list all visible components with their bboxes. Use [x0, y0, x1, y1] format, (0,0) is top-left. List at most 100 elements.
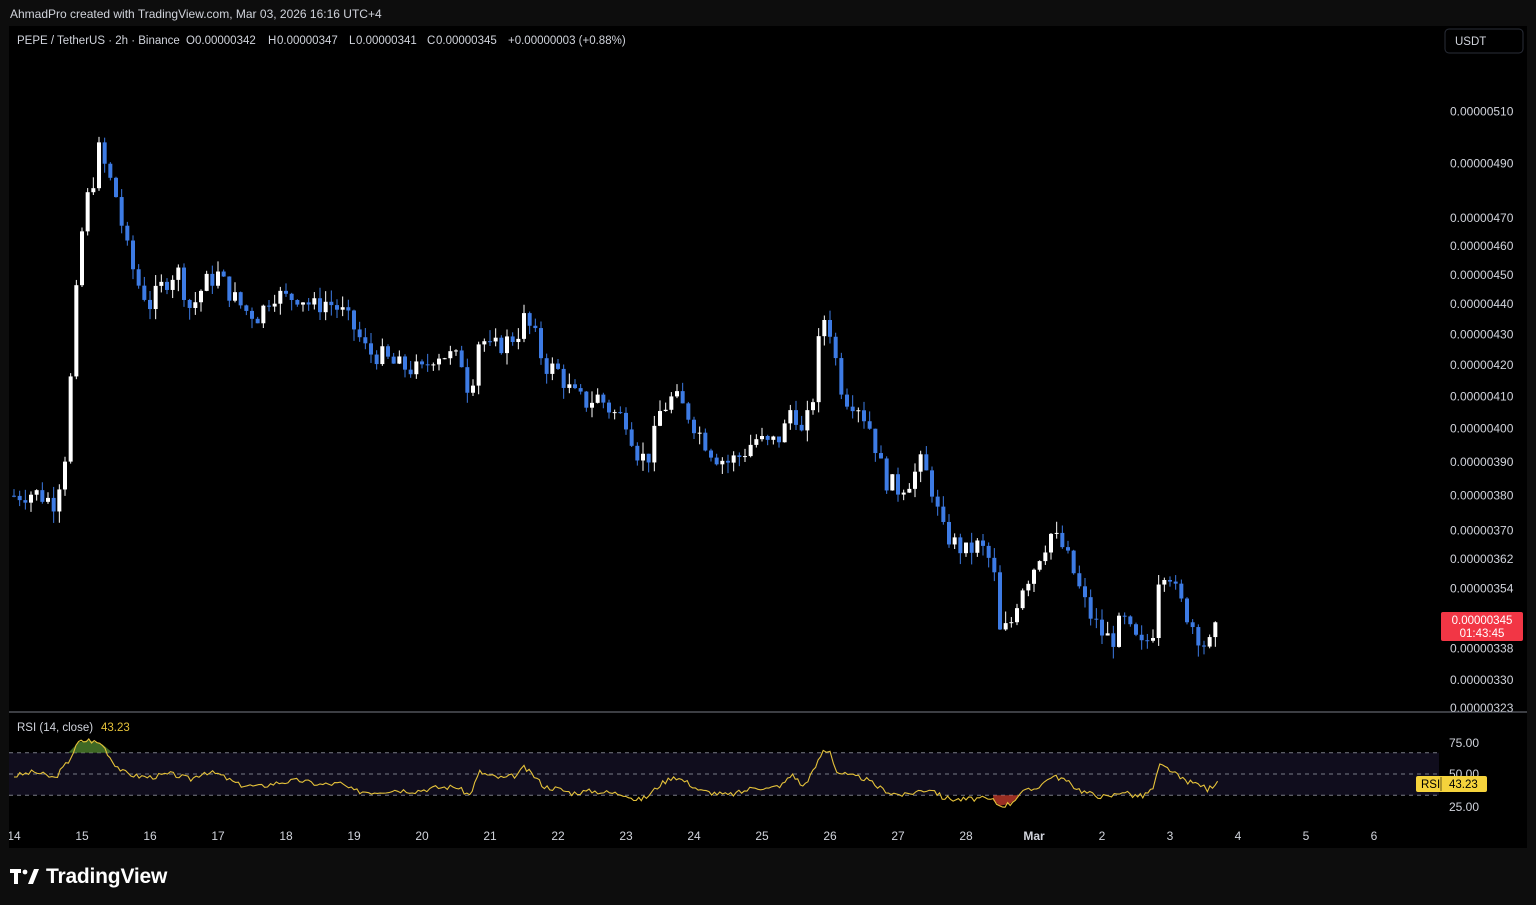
- rsi-badge-value: 43.23: [1449, 779, 1478, 791]
- candle: [1071, 549, 1076, 575]
- candle: [828, 310, 832, 344]
- candle: [595, 388, 600, 404]
- candle: [318, 287, 322, 320]
- candle-body: [1202, 645, 1206, 647]
- time-tick-13: 27: [891, 829, 905, 843]
- candle: [816, 328, 821, 413]
- price-tick-1: 0.00000490: [1450, 157, 1514, 171]
- candle: [346, 299, 351, 321]
- time-axis[interactable]: 14 15 16 17 18 19 20 21 22 23 24 25 26 27 28 Mar 2 3 4 5 6: [9, 829, 1378, 843]
- candle-body: [539, 328, 543, 359]
- candle: [743, 448, 747, 463]
- candle: [584, 390, 589, 412]
- candle-body: [335, 305, 339, 310]
- candle-body: [998, 572, 1002, 630]
- time-tick-19: 5: [1303, 829, 1310, 843]
- candle-body: [51, 497, 56, 512]
- candle: [658, 400, 662, 427]
- candles-layer[interactable]: [12, 136, 1218, 659]
- candle-body: [85, 192, 90, 232]
- candle: [108, 162, 113, 181]
- candle: [1003, 611, 1008, 631]
- candle: [369, 332, 373, 364]
- price-tick-0: 0.00000510: [1450, 104, 1514, 118]
- candle: [284, 283, 288, 297]
- candle: [652, 415, 657, 472]
- candle-body: [958, 537, 963, 554]
- candle-body: [380, 346, 385, 365]
- candle: [941, 496, 946, 525]
- candle: [204, 270, 209, 292]
- candle: [726, 454, 730, 474]
- candle: [573, 379, 577, 390]
- currency-button[interactable]: USDT: [1444, 28, 1524, 54]
- candle: [884, 456, 889, 494]
- candle: [1043, 545, 1048, 565]
- candle: [952, 533, 957, 550]
- candle: [1066, 540, 1070, 554]
- rsi-pane[interactable]: [9, 738, 1439, 808]
- tradingview-logo[interactable]: TradingView: [10, 864, 167, 890]
- candle: [561, 364, 566, 399]
- price-chart[interactable]: 0.00000510 0.00000490 0.00000470 0.00000460…: [9, 26, 1527, 848]
- candle-body: [340, 307, 345, 310]
- candle-body: [1173, 581, 1178, 584]
- candle: [493, 328, 498, 347]
- candle: [686, 401, 691, 424]
- candle-body: [947, 521, 951, 545]
- time-tick-4: 18: [279, 829, 293, 843]
- chart-credit: AhmadPro created with TradingView.com, M…: [10, 7, 382, 21]
- candle-body: [992, 557, 997, 573]
- candle-body: [794, 410, 798, 425]
- chart-frame[interactable]: 0.00000510 0.00000490 0.00000470 0.00000460…: [9, 26, 1527, 848]
- legend-symbol[interactable]: PEPE / TetherUS · 2h · Binance: [17, 35, 180, 47]
- candle: [578, 384, 583, 395]
- candle: [505, 329, 509, 365]
- candle: [777, 436, 781, 448]
- candle-body: [629, 429, 634, 446]
- candle: [1151, 629, 1155, 643]
- rsi-label[interactable]: RSI (14, close): [17, 722, 93, 734]
- legend-o-label: O: [186, 35, 195, 47]
- candle-body: [29, 494, 33, 503]
- time-tick-5: 19: [347, 829, 361, 843]
- price-tick-8: 0.00000410: [1450, 389, 1514, 403]
- candle: [788, 404, 793, 430]
- candle-body: [1060, 532, 1065, 548]
- candle: [142, 276, 147, 302]
- candle: [527, 311, 532, 335]
- candle: [986, 542, 991, 568]
- candle: [182, 263, 186, 307]
- candle: [199, 289, 203, 312]
- candle-body: [499, 337, 504, 354]
- candle: [737, 452, 742, 467]
- candle: [250, 307, 254, 329]
- price-tick-10: 0.00000390: [1450, 455, 1514, 469]
- candle-body: [374, 354, 379, 365]
- price-tick-17: 0.00000323: [1450, 701, 1514, 715]
- candle-body: [170, 279, 175, 290]
- candle: [335, 299, 339, 318]
- candle-body: [233, 292, 237, 301]
- candle: [227, 276, 232, 308]
- legend-c-label: C: [427, 35, 435, 47]
- candle-body: [692, 419, 696, 434]
- time-tick-3: 17: [211, 829, 225, 843]
- candle-body: [709, 450, 713, 458]
- candle: [357, 321, 362, 342]
- candle-body: [743, 456, 747, 458]
- candle: [301, 302, 305, 312]
- candle: [1032, 568, 1036, 592]
- candle: [170, 275, 175, 299]
- currency-button-label[interactable]: USDT: [1455, 36, 1486, 48]
- candle: [822, 315, 827, 346]
- candle: [482, 338, 487, 352]
- candle-body: [1122, 615, 1127, 617]
- candle-body: [1026, 583, 1031, 591]
- candle: [1162, 577, 1167, 592]
- candle: [187, 298, 192, 320]
- candle-body: [544, 358, 549, 374]
- candle: [255, 316, 260, 324]
- candle-body: [516, 338, 521, 342]
- candle-body: [845, 394, 849, 407]
